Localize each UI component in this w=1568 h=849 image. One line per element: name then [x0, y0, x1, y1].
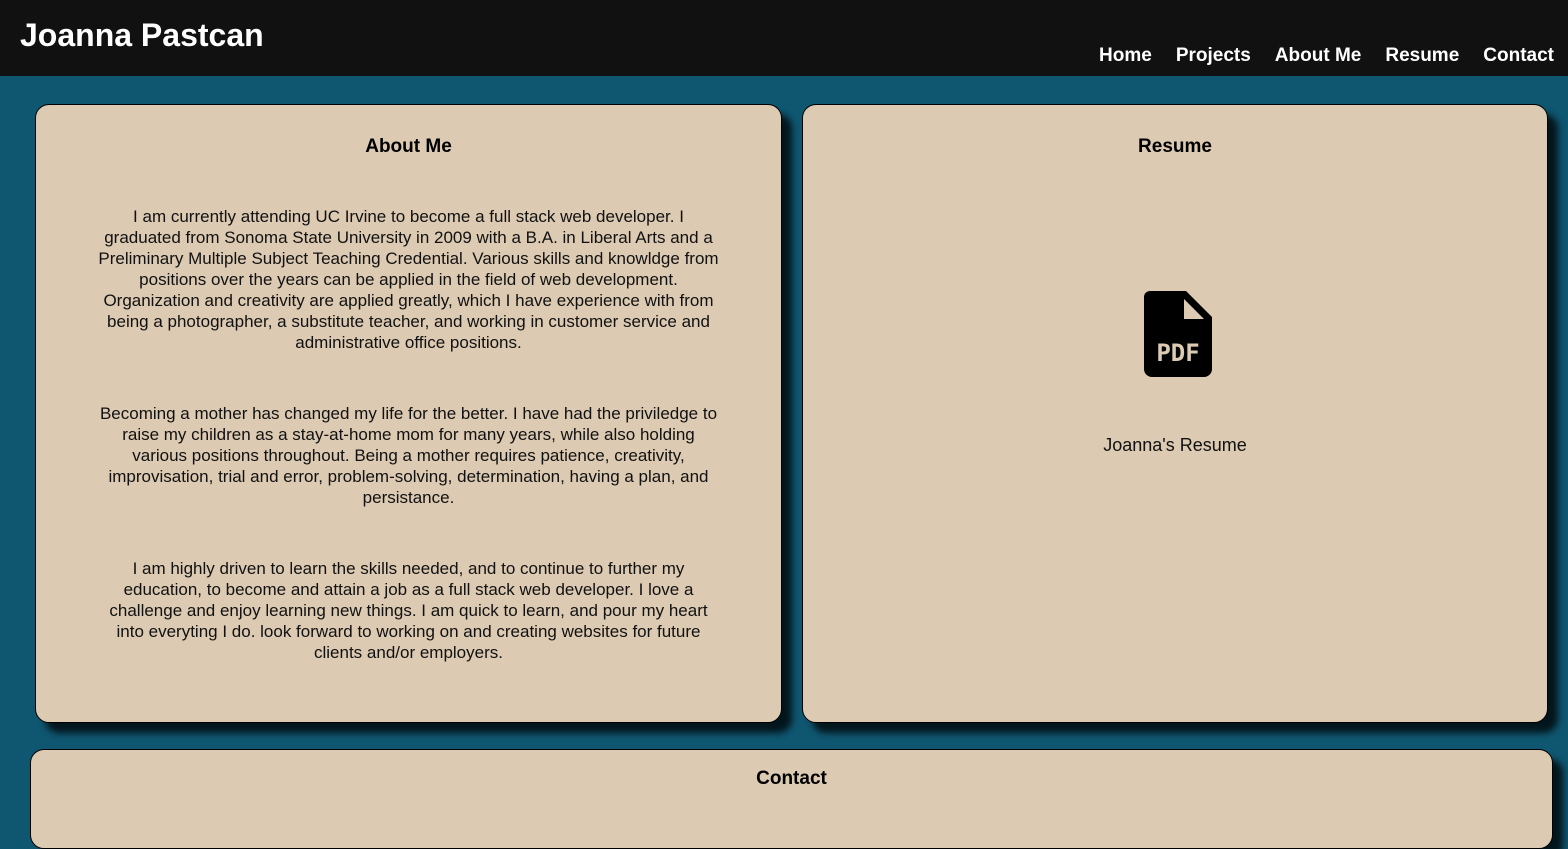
about-paragraph: I am highly driven to learn the skills n… — [109, 559, 708, 662]
contact-card: Contact — [30, 749, 1553, 849]
resume-card: Resume PDF Joanna's Resume — [802, 104, 1548, 723]
site-header: Joanna Pastcan Home Projects About Me Re… — [0, 0, 1568, 76]
main-nav: Home Projects About Me Resume Contact — [1099, 45, 1554, 67]
about-paragraph: Becoming a mother has changed my life fo… — [99, 404, 718, 507]
about-paragraph: I am currently attending UC Irvine to be… — [98, 207, 719, 352]
about-me-card: About Me I am currently attending UC Irv… — [35, 104, 782, 723]
nav-link-projects[interactable]: Projects — [1176, 45, 1251, 67]
nav-link-resume[interactable]: Resume — [1385, 45, 1459, 67]
nav-link-contact[interactable]: Contact — [1483, 45, 1554, 67]
nav-link-home[interactable]: Home — [1099, 45, 1152, 67]
resume-link[interactable]: Joanna's Resume — [803, 435, 1547, 456]
site-title: Joanna Pastcan — [20, 17, 264, 53]
about-me-title: About Me — [365, 136, 452, 157]
file-pdf-icon[interactable]: PDF — [1144, 291, 1212, 377]
contact-title: Contact — [756, 768, 827, 789]
nav-link-about-me[interactable]: About Me — [1275, 45, 1362, 67]
resume-title: Resume — [1138, 136, 1212, 157]
pdf-icon-text: PDF — [1156, 339, 1199, 367]
